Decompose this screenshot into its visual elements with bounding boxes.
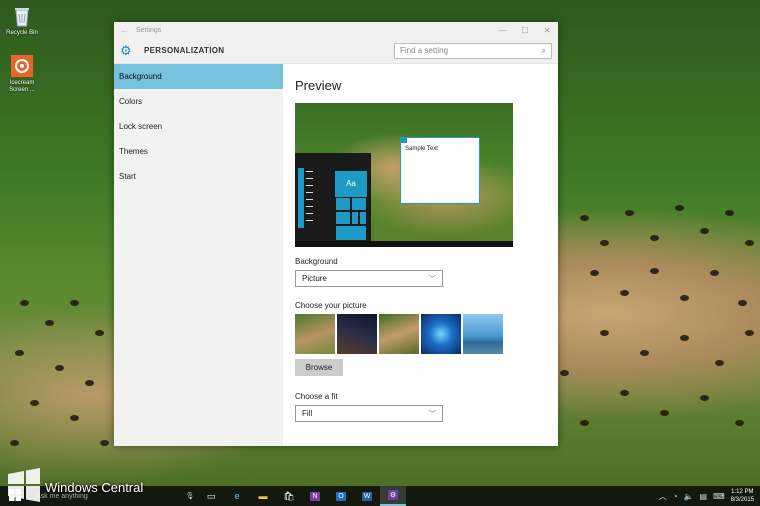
preview-sample-text: Sample Text: [405, 146, 438, 152]
background-dropdown[interactable]: Picture ﹀: [295, 270, 443, 287]
close-button[interactable]: ✕: [536, 26, 558, 35]
maximize-button[interactable]: ☐: [514, 26, 536, 35]
sidebar-item-colors[interactable]: Colors: [114, 89, 283, 114]
main-content: Preview Aa Sample Text Background Pictur…: [283, 64, 558, 446]
chevron-up-icon[interactable]: ︿: [659, 491, 667, 502]
picture-thumbnail-1[interactable]: [295, 314, 335, 354]
chevron-down-icon: ﹀: [429, 410, 436, 418]
minimize-button[interactable]: —: [492, 26, 514, 35]
settings-header: ⚙ PERSONALIZATION Find a setting ⌕: [114, 38, 558, 64]
gear-icon: ⚙: [120, 42, 132, 58]
choose-picture-label: Choose your picture: [295, 301, 367, 310]
desktop-icon-label: Recycle Bin: [6, 30, 38, 36]
search-icon: ⌕: [541, 45, 546, 55]
file-explorer-icon[interactable]: ▬: [250, 486, 276, 506]
windows-central-logo-icon: [8, 468, 40, 502]
desktop-icon-label: Icecream Screen ...: [9, 80, 35, 93]
section-title: PERSONALIZATION: [144, 46, 225, 55]
title-bar: ← Settings — ☐ ✕: [114, 22, 558, 38]
fit-dropdown[interactable]: Fill ﹀: [295, 405, 443, 422]
sidebar-item-start[interactable]: Start: [114, 164, 283, 189]
picture-thumbnail-4[interactable]: [421, 314, 461, 354]
background-preview: Aa Sample Text: [295, 103, 513, 247]
edge-icon[interactable]: e: [224, 486, 250, 506]
watermark: Windows Central: [6, 468, 143, 502]
desktop-icon-icecream[interactable]: Icecream Screen ...: [4, 54, 40, 94]
sidebar-nav: Background Colors Lock screen Themes Sta…: [114, 64, 283, 446]
preview-sample-window: Sample Text: [400, 137, 480, 204]
recycle-bin-icon: [10, 4, 34, 28]
action-center-icon[interactable]: ▤: [700, 492, 708, 501]
browse-button[interactable]: Browse: [295, 359, 343, 376]
picture-thumbnails: [295, 314, 546, 354]
page-title: Preview: [295, 78, 342, 93]
network-icon[interactable]: ◔: [673, 492, 678, 501]
system-tray: ︿ ◔ 🔈 ▤ ⌨ 1:12 PM 8/3/2015: [659, 488, 760, 504]
picture-thumbnail-5[interactable]: [463, 314, 503, 354]
sidebar-item-themes[interactable]: Themes: [114, 139, 283, 164]
background-label: Background: [295, 257, 338, 266]
find-setting-input[interactable]: Find a setting ⌕: [394, 42, 552, 59]
outlook-icon[interactable]: O: [328, 486, 354, 506]
sidebar-item-background[interactable]: Background: [114, 64, 283, 89]
clock-date: 8/3/2015: [730, 497, 754, 503]
word-icon[interactable]: W: [354, 486, 380, 506]
chevron-down-icon: ﹀: [429, 275, 436, 283]
preview-taskbar: [295, 241, 513, 247]
settings-window: ← Settings — ☐ ✕ ⚙ PERSONALIZATION Find …: [114, 22, 558, 446]
taskbar-apps: ▭ e ▬ 🛍 N O W ⚙: [198, 486, 406, 506]
search-placeholder: Find a setting: [400, 46, 449, 55]
desktop-icon-recycle-bin[interactable]: Recycle Bin: [4, 4, 40, 37]
picture-thumbnail-2[interactable]: [337, 314, 377, 354]
background-value: Picture: [302, 274, 327, 283]
back-arrow-icon[interactable]: ←: [120, 25, 136, 35]
task-view-icon[interactable]: ▭: [198, 486, 224, 506]
onenote-icon[interactable]: N: [302, 486, 328, 506]
sidebar-item-lock-screen[interactable]: Lock screen: [114, 114, 283, 139]
settings-app-icon[interactable]: ⚙: [380, 486, 406, 506]
fit-value: Fill: [302, 409, 313, 418]
keyboard-icon[interactable]: ⌨: [713, 492, 725, 501]
preview-tile: Aa: [335, 171, 367, 197]
clock-time: 1:12 PM: [731, 489, 754, 495]
clock[interactable]: 1:12 PM 8/3/2015: [731, 488, 754, 504]
volume-icon[interactable]: 🔈: [684, 492, 694, 501]
window-title: Settings: [136, 26, 162, 34]
icecream-recorder-icon: [10, 54, 34, 78]
watermark-text: Windows Central: [45, 479, 144, 495]
picture-thumbnail-3[interactable]: [379, 314, 419, 354]
microphone-icon[interactable]: 🎙: [182, 492, 198, 500]
choose-fit-label: Choose a fit: [295, 392, 338, 401]
store-icon[interactable]: 🛍: [276, 486, 302, 506]
